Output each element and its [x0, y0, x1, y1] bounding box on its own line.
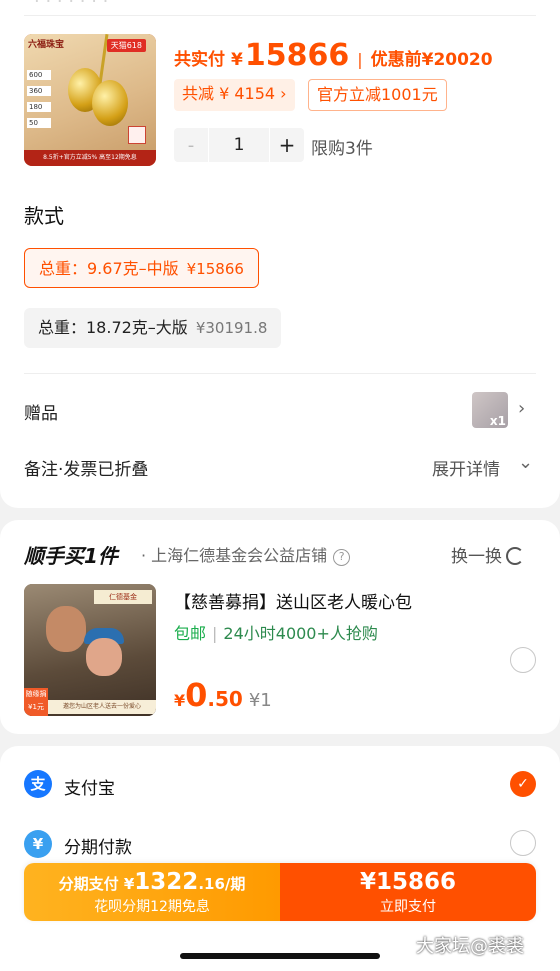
chevron-right-icon[interactable]: ›	[518, 398, 525, 419]
payment-method-installment[interactable]: 分期付款	[64, 833, 132, 858]
official-discount-tag: 官方立减1001元	[308, 79, 447, 111]
addon-original-price: ¥1	[248, 690, 272, 711]
original-amount: ¥20020	[421, 50, 493, 70]
pay-now-button[interactable]: ¥15866 立即支付	[280, 863, 536, 921]
quantity-input[interactable]: 1	[208, 128, 270, 162]
expand-details-link[interactable]: 展开详情	[432, 455, 500, 480]
installment-amount: 1322	[134, 869, 199, 895]
product-brand-text: 六福珠宝	[28, 40, 65, 50]
divider	[24, 373, 536, 374]
elder-figure	[46, 606, 86, 652]
style-option-price: ¥30191.8	[195, 319, 268, 337]
image-price-tag: 180	[27, 102, 51, 112]
home-indicator	[180, 953, 380, 959]
swap-label: 换一换	[451, 547, 502, 567]
watermark: 大家坛@裘裘	[416, 936, 524, 957]
discount-text: 共减 ¥ 4154	[182, 84, 276, 103]
seal-icon	[128, 126, 146, 144]
style-option-large[interactable]: 总重：18.72克–大版 ¥30191.8	[24, 308, 282, 348]
top-cut-text: · · · · · · ·	[34, 0, 109, 12]
chevron-right-icon: ›	[280, 84, 287, 103]
gift-thumbnail[interactable]: x1	[472, 392, 508, 428]
pay-now-amount: ¥15866	[359, 869, 457, 895]
help-icon[interactable]: ?	[333, 549, 351, 566]
installment-pay-button[interactable]: 分期支付 ¥1322.16/期 花呗分期12期免息	[24, 863, 280, 921]
addon-price-currency: ¥	[174, 691, 186, 710]
installment-subtitle: 花呗分期12期免息	[94, 899, 210, 915]
style-option-label: 总重：18.72克–大版	[38, 318, 188, 337]
charity-image-caption: 邀您为山区老人送去一份爱心	[48, 700, 156, 714]
promo-tag: 天猫618	[106, 39, 146, 52]
alipay-icon: 支	[24, 770, 52, 798]
gift-label: 赠品	[24, 404, 58, 424]
addon-shipping-line: 包邮 | 24小时4000+人抢购	[174, 624, 378, 643]
total-price-line: 共实付 ¥ 15866 | 优惠前 ¥20020	[174, 38, 493, 73]
addon-shop-name: · 上海仁德基金会公益店铺	[141, 546, 328, 565]
image-price-tag: 50	[27, 118, 51, 128]
top-cut-strip: · · · · · · ·	[24, 0, 536, 16]
style-option-label: 总重：9.67克–中版	[39, 259, 179, 278]
product-image[interactable]: 六福珠宝 天猫618 600 360 180 50 8.5折+官方立减5% 高至…	[24, 34, 156, 166]
image-price-column: 600 360 180 50	[27, 70, 51, 134]
order-product-card: · · · · · · · 六福珠宝 天猫618 600 360 180 50 …	[0, 0, 560, 508]
original-label: 优惠前	[370, 50, 422, 70]
donation-badge: 随缘捐 ¥1元	[24, 688, 48, 716]
bottom-action-bar: 分期支付 ¥1322.16/期 花呗分期12期免息 ¥15866 立即支付	[24, 863, 536, 921]
total-amount: 15866	[244, 38, 350, 73]
style-option-price: ¥15866	[186, 260, 244, 278]
hot-sales-text: 24小时4000+人抢购	[223, 624, 378, 643]
addon-card: 顺手买1件 · 上海仁德基金会公益店铺? 换一换 仁德基金 随缘捐 ¥1元 邀您…	[0, 520, 560, 734]
addon-price: ¥0.50 ¥1	[174, 676, 272, 714]
pay-now-label: 立即支付	[380, 899, 436, 915]
installment-radio[interactable]	[510, 830, 536, 856]
image-price-tag: 360	[27, 86, 51, 96]
note-invoice-label: 备注·发票已折叠	[24, 460, 149, 480]
addon-price-integer: 0	[185, 676, 208, 714]
total-currency: ¥	[231, 50, 243, 70]
refresh-icon	[506, 547, 524, 565]
charity-logo: 仁德基金	[94, 590, 152, 604]
price-separator: |	[357, 50, 363, 69]
total-label: 共实付	[174, 50, 225, 70]
child-figure	[86, 638, 122, 676]
addon-product-name[interactable]: 【慈善募捐】送山区老人暖心包	[174, 588, 412, 613]
swap-button[interactable]: 换一换	[451, 542, 524, 567]
quantity-plus-button[interactable]: +	[270, 133, 304, 157]
discount-detail-tag[interactable]: 共减 ¥ 4154 ›	[174, 79, 295, 111]
check-icon[interactable]: ✓	[510, 771, 536, 797]
quantity-stepper: - 1 +	[174, 128, 304, 162]
payment-method-alipay[interactable]: 支付宝	[64, 774, 115, 799]
charity-product-image[interactable]: 仁德基金 随缘捐 ¥1元 邀您为山区老人送去一份爱心	[24, 584, 156, 716]
gourd-pendant-right	[92, 80, 128, 126]
addon-price-decimal: .50	[207, 687, 243, 711]
quantity-minus-button[interactable]: -	[174, 135, 208, 156]
image-price-tag: 600	[27, 70, 51, 80]
chevron-down-icon[interactable]: ⌄	[518, 452, 533, 473]
image-footer: 8.5折+官方立减5% 高至12期免息	[24, 150, 156, 166]
installment-prefix: 分期支付 ¥	[58, 875, 135, 893]
addon-shop: · 上海仁德基金会公益店铺?	[141, 542, 351, 566]
free-shipping-text: 包邮	[174, 624, 207, 643]
installment-icon: ¥	[24, 830, 52, 858]
addon-select-radio[interactable]	[510, 647, 536, 673]
purchase-limit: 限购3件	[311, 139, 373, 159]
gift-count: x1	[489, 414, 506, 428]
style-section-title: 款式	[24, 204, 64, 228]
style-option-medium[interactable]: 总重：9.67克–中版 ¥15866	[24, 248, 259, 288]
installment-suffix: .16/期	[198, 875, 246, 893]
addon-title: 顺手买1件	[24, 544, 118, 568]
